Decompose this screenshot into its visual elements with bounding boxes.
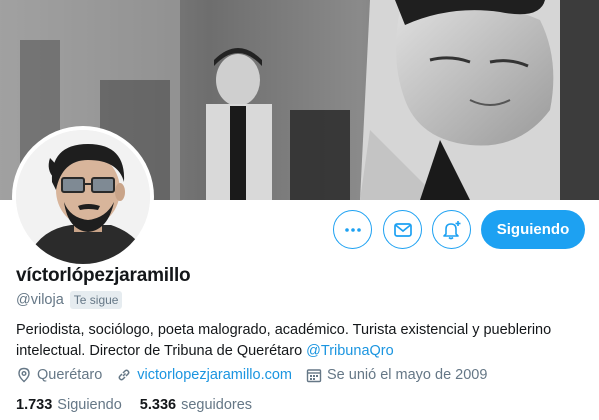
website[interactable]: victorlopezjaramillo.com [116,367,292,383]
message-button[interactable] [383,210,422,249]
following-label: Siguiendo [57,397,122,413]
avatar-image [16,130,150,264]
envelope-icon [393,222,412,237]
username-handle: @viloja [16,292,64,308]
join-date-text: Se unió el mayo de 2009 [327,367,488,383]
link-icon [118,369,130,381]
following-stat[interactable]: 1.733 Siguiendo [16,397,122,413]
display-name: víctorlópezjaramillo [16,265,191,286]
location-text: Querétaro [37,367,103,383]
profile-stats: 1.733 Siguiendo 5.336 seguidores [16,397,270,413]
follows-you-badge: Te sigue [69,291,123,309]
more-options-button[interactable] [333,210,372,249]
bell-plus-icon [442,220,460,239]
ellipsis-icon [344,227,361,232]
calendar-icon [306,369,322,383]
location-pin-icon [18,367,30,383]
bio-mention-link[interactable]: @TribunaQro [306,343,394,359]
location: Querétaro [16,367,102,383]
website-link[interactable]: victorlopezjaramillo.com [137,367,292,383]
avatar[interactable] [12,126,154,268]
handle-row: @viloja Te sigue [16,291,123,309]
notifications-button[interactable] [432,210,471,249]
join-date: Se unió el mayo de 2009 [306,367,487,383]
bio-text: Periodista, sociólogo, poeta malogrado, … [16,322,552,359]
followers-count: 5.336 [139,397,177,413]
followers-label: seguidores [181,397,253,413]
profile-bio: Periodista, sociólogo, poeta malogrado, … [16,320,591,362]
profile-meta: Querétaro victorlopezjaramillo.com Se un… [16,367,501,383]
following-button[interactable]: Siguiendo [481,210,585,249]
followers-stat[interactable]: 5.336 seguidores [140,397,252,413]
following-count: 1.733 [16,397,53,413]
